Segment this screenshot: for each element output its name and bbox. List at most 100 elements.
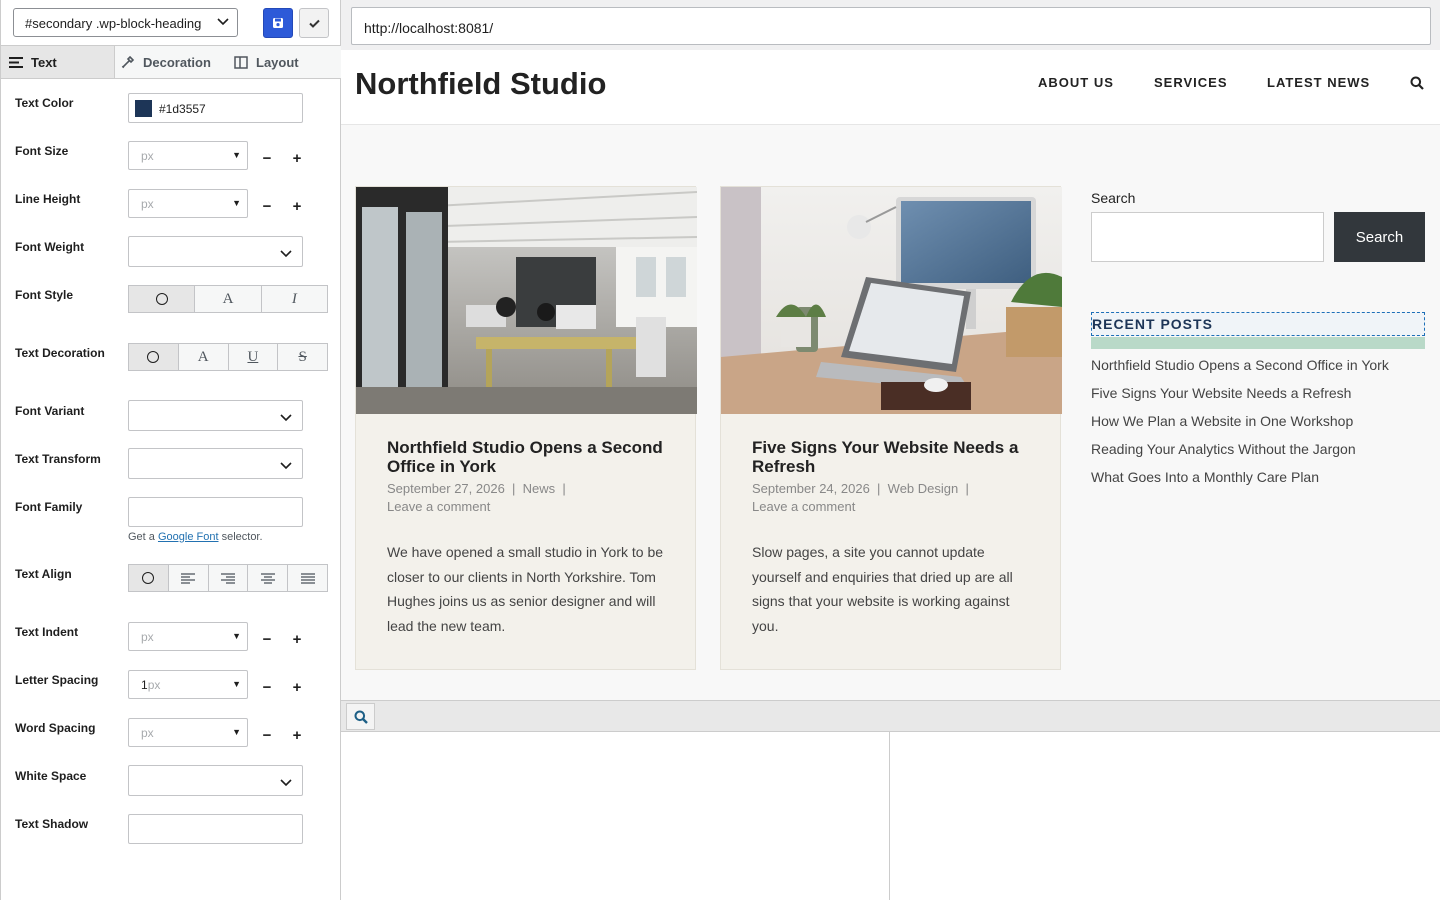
line-height-input[interactable]: px ▼: [128, 189, 248, 218]
save-icon: [273, 18, 283, 28]
site-title[interactable]: Northfield Studio: [355, 66, 606, 102]
font-style-normal-option[interactable]: A: [194, 286, 260, 312]
checkmark-icon: [308, 19, 320, 28]
decoration-normal-option[interactable]: A: [177, 344, 228, 370]
text-lines-icon: [9, 56, 23, 68]
post-excerpt: Slow pages, a site you cannot update you…: [752, 544, 1013, 634]
font-style-none-option[interactable]: [129, 286, 195, 312]
post-image-desk[interactable]: [721, 187, 1062, 414]
caret-down-icon: ▼: [232, 631, 241, 641]
font-weight-select[interactable]: [128, 236, 303, 267]
meta-separator: |: [961, 481, 969, 496]
letter-spacing-decrease-button[interactable]: −: [260, 680, 274, 695]
decoration-none-option[interactable]: [129, 344, 178, 370]
post-date[interactable]: September 27, 2026: [387, 481, 505, 496]
tab-text-label: Text: [31, 54, 57, 70]
letter-spacing-input[interactable]: 1px ▼: [128, 670, 248, 699]
unit-label: px: [141, 726, 154, 740]
word-spacing-input[interactable]: px ▼: [128, 718, 248, 747]
app-window: #secondary .wp-block-heading Text Decora…: [0, 0, 1440, 900]
google-font-link[interactable]: Google Font: [158, 531, 219, 543]
chevron-down-icon: [280, 409, 292, 427]
font-size-decrease-button[interactable]: −: [260, 151, 274, 166]
post-title[interactable]: Five Signs Your Website Needs a Refresh: [752, 438, 1032, 476]
recent-posts-heading[interactable]: RECENT POSTS: [1091, 312, 1425, 336]
recent-post-link[interactable]: What Goes Into a Monthly Care Plan: [1091, 469, 1319, 485]
white-space-label: White Space: [15, 769, 87, 783]
caret-down-icon: ▼: [232, 150, 241, 160]
nav-services[interactable]: SERVICES: [1154, 75, 1228, 90]
decoration-underline-option[interactable]: U: [227, 344, 278, 370]
tab-decoration[interactable]: Decoration: [121, 46, 211, 78]
caret-down-icon: ▼: [232, 198, 241, 208]
pane-divider[interactable]: [889, 732, 890, 900]
url-bar[interactable]: http://localhost:8081/: [351, 7, 1431, 45]
nav-latest-news[interactable]: LATEST NEWS: [1267, 75, 1370, 90]
post-date[interactable]: September 24, 2026: [752, 481, 870, 496]
white-space-select[interactable]: [128, 765, 303, 796]
post-excerpt: We have opened a small studio in York to…: [387, 544, 664, 634]
none-circle-icon: [142, 572, 155, 584]
post-image-office[interactable]: [356, 187, 697, 414]
line-height-decrease-button[interactable]: −: [260, 199, 274, 214]
color-swatch[interactable]: [135, 100, 152, 117]
layout-columns-icon: [234, 55, 248, 69]
tab-text[interactable]: Text: [1, 46, 115, 78]
chevron-down-icon: [280, 457, 292, 475]
recent-post-link[interactable]: How We Plan a Website in One Workshop: [1091, 413, 1353, 429]
post-category[interactable]: Web Design: [888, 481, 959, 496]
css-selector-dropdown[interactable]: #secondary .wp-block-heading: [13, 8, 238, 37]
meta-separator: |: [508, 481, 520, 496]
post-comments-link[interactable]: Leave a comment: [387, 499, 490, 514]
unit-label: px: [141, 149, 154, 163]
recent-post-link[interactable]: Reading Your Analytics Without the Jargo…: [1091, 441, 1356, 457]
text-transform-label: Text Transform: [15, 452, 101, 466]
post-category[interactable]: News: [523, 481, 556, 496]
font-size-input[interactable]: px ▼: [128, 141, 248, 170]
inspect-search-button[interactable]: [346, 703, 375, 730]
align-center-option[interactable]: [247, 565, 287, 591]
decoration-strikethrough-option[interactable]: S: [277, 344, 327, 370]
align-none-option[interactable]: [129, 565, 168, 591]
word-spacing-increase-button[interactable]: +: [290, 728, 304, 743]
post-title[interactable]: Northfield Studio Opens a Second Office …: [387, 438, 667, 476]
recent-post-link[interactable]: Northfield Studio Opens a Second Office …: [1091, 357, 1389, 373]
text-shadow-label: Text Shadow: [15, 817, 89, 831]
unit-label: px: [147, 678, 161, 692]
post-comments-link[interactable]: Leave a comment: [752, 499, 855, 514]
text-indent-increase-button[interactable]: +: [290, 632, 304, 647]
recent-post-link[interactable]: Five Signs Your Website Needs a Refresh: [1091, 385, 1351, 401]
nav-about-us[interactable]: ABOUT US: [1038, 75, 1114, 90]
text-indent-input[interactable]: px ▼: [128, 622, 248, 651]
caret-down-icon: ▼: [232, 679, 241, 689]
font-variant-select[interactable]: [128, 400, 303, 431]
letter-spacing-increase-button[interactable]: +: [290, 680, 304, 695]
none-circle-icon: [147, 351, 160, 363]
align-left-option[interactable]: [167, 565, 208, 591]
text-shadow-input[interactable]: [128, 814, 303, 844]
line-height-increase-button[interactable]: +: [290, 199, 304, 214]
save-button[interactable]: [263, 8, 293, 38]
sidebar-search-button[interactable]: Search: [1334, 212, 1425, 262]
text-indent-label: Text Indent: [15, 625, 79, 639]
tab-layout[interactable]: Layout: [234, 46, 299, 78]
font-style-italic-option[interactable]: I: [260, 286, 327, 312]
font-size-increase-button[interactable]: +: [290, 151, 304, 166]
search-icon[interactable]: [1410, 76, 1424, 95]
word-spacing-label: Word Spacing: [15, 721, 96, 735]
text-indent-decrease-button[interactable]: −: [260, 632, 274, 647]
font-family-input[interactable]: [128, 497, 303, 527]
text-color-input[interactable]: #1d3557: [128, 93, 303, 123]
sidebar-search-input[interactable]: [1091, 212, 1324, 262]
apply-button[interactable]: [299, 8, 329, 38]
text-align-label: Text Align: [15, 567, 72, 581]
heading-highlight-overlay: [1091, 337, 1425, 349]
url-text: http://localhost:8081/: [364, 20, 494, 36]
chevron-down-icon: [280, 245, 292, 263]
post-meta: September 24, 2026 | Web Design | Leave …: [752, 480, 1032, 516]
word-spacing-decrease-button[interactable]: −: [260, 728, 274, 743]
align-justify-option[interactable]: [287, 565, 327, 591]
post-card: Five Signs Your Website Needs a Refresh …: [720, 186, 1062, 670]
align-right-option[interactable]: [207, 565, 248, 591]
text-transform-select[interactable]: [128, 448, 303, 479]
